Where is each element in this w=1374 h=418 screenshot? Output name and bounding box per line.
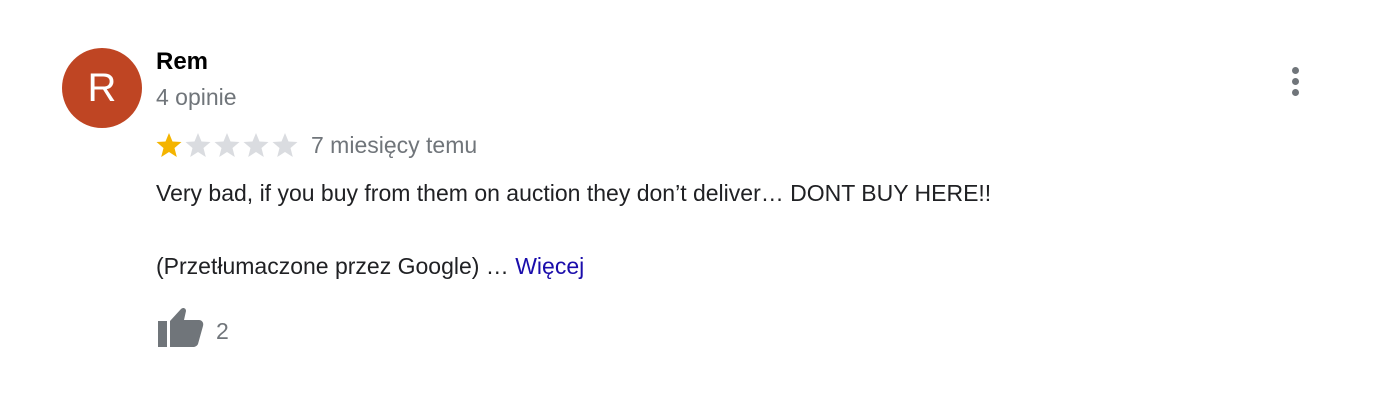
author-review-count[interactable]: 4 opinie [156, 84, 237, 111]
menu-dot [1292, 67, 1299, 74]
more-link[interactable]: Więcej [515, 253, 584, 279]
review-card: R Rem 4 opinie 7 miesięcy temu Very bad,… [0, 0, 1374, 418]
menu-dot [1292, 89, 1299, 96]
thumbs-up-svg [158, 307, 204, 347]
star-filled-icon [156, 133, 182, 157]
star-rating [155, 131, 300, 159]
thumbs-up-icon[interactable] [155, 305, 205, 349]
star-empty-icon [214, 133, 240, 157]
star-empty-icon [185, 133, 211, 157]
star-empty-icon [243, 133, 269, 157]
like-count: 2 [216, 318, 229, 344]
menu-dot [1292, 78, 1299, 85]
more-options-icon[interactable] [1282, 64, 1310, 98]
author-name[interactable]: Rem [156, 48, 208, 76]
review-time: 7 miesięcy temu [311, 132, 478, 158]
translation-label: (Przetłumaczone przez Google) … [156, 253, 509, 279]
review-text: Very bad, if you buy from them on auctio… [156, 180, 992, 206]
avatar[interactable]: R [62, 48, 142, 128]
translation-line: (Przetłumaczone przez Google) … Więcej [156, 253, 584, 280]
star-empty-icon [272, 133, 298, 157]
